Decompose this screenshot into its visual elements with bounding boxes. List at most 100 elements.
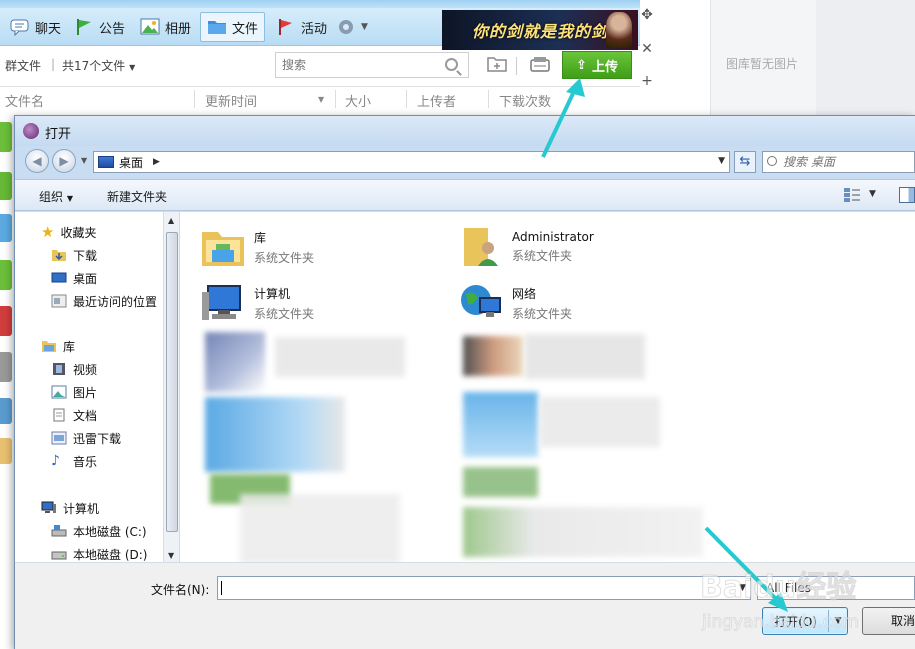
folder-icon [208,21,226,34]
plus-icon[interactable]: + [640,74,654,88]
nav-drive-d[interactable]: 本地磁盘 (D:) [51,544,147,564]
nav-thunder-downloads[interactable]: 迅雷下载 [51,428,121,448]
upload-label: 上传 [591,59,618,75]
row-edge [0,172,12,200]
file-type-select[interactable]: All Files [757,576,915,600]
nav-recent-places[interactable]: 最近访问的位置 [51,291,157,311]
column-divider [194,90,195,108]
tab-notice[interactable]: 公告 [68,12,131,42]
file-item-libraries[interactable]: 库 系统文件夹 [200,222,314,272]
nav-videos[interactable]: 视频 [51,359,97,379]
nav-documents[interactable]: 文档 [51,405,97,425]
new-folder-button[interactable]: 新建文件夹 [107,188,167,205]
file-item-computer[interactable]: 计算机 系统文件夹 [200,278,314,328]
nav-drive-c[interactable]: 本地磁盘 (C:) [51,521,147,541]
file-search-input[interactable] [276,53,436,77]
column-divider [406,90,407,108]
move-icon[interactable]: ✥ [640,8,654,22]
address-location[interactable]: 桌面 [119,154,143,171]
scroll-up-icon[interactable]: ▲ [168,216,174,225]
file-item-network[interactable]: 网络 系统文件夹 [458,278,572,328]
column-size[interactable]: 大小 [345,91,371,110]
blurred-file-item [463,336,523,376]
row-edge [0,438,12,464]
row-edge [0,398,12,424]
file-count-dropdown[interactable]: 共17个文件 ▼ [62,57,135,74]
recent-locations-dropdown[interactable]: ▼ [81,156,87,165]
organize-menu[interactable]: 组织 ▼ [39,188,73,205]
nav-downloads-label: 下载 [73,248,98,263]
column-divider [335,90,336,108]
navigation-pane: ★ 收藏夹 下载 桌面 最近访问的位置 库 视频 图片 文档 迅雷下载 ♪ 音乐… [15,212,163,562]
search-icon[interactable] [445,58,458,71]
gallery-empty-message: 图库暂无图片 [726,57,799,71]
chevron-down-icon: ▼ [129,63,136,72]
nav-computer[interactable]: 计算机 [41,498,99,518]
tab-activity[interactable]: 活动 [270,12,333,42]
preview-pane-icon[interactable] [899,187,915,203]
nav-music-label: 音乐 [73,454,98,469]
address-dropdown-icon[interactable]: ▼ [718,156,725,166]
chat-bubble-icon [10,19,29,36]
file-content-area: 库 系统文件夹 Administrator 系统文件夹 计算机 系统文件夹 网络… [180,212,915,562]
file-list-header: 文件名 更新时间 ▼ 大小 上传者 下载次数 [0,88,640,112]
nav-music[interactable]: ♪ 音乐 [51,451,97,471]
column-uploader[interactable]: 上传者 [417,91,456,110]
library-folder-icon [202,232,244,266]
inbox-tray-icon[interactable] [529,55,551,73]
filename-input[interactable] [218,577,718,599]
scrollbar-thumb[interactable] [166,232,178,532]
nav-pictures[interactable]: 图片 [51,382,97,402]
blurred-file-item [463,507,703,557]
new-folder-icon[interactable] [487,55,507,73]
refresh-button[interactable]: ⇆ [734,151,756,173]
file-toolbar: 群文件 | 共17个文件 ▼ ⇪ 上传 [0,47,640,87]
file-item-type: 系统文件夹 [254,250,315,265]
nav-drive-d-label: 本地磁盘 (D:) [73,547,148,562]
nav-downloads[interactable]: 下载 [51,245,97,265]
nav-libraries[interactable]: 库 [41,336,75,356]
forward-button[interactable]: ▶ [52,149,76,173]
cancel-button[interactable]: 取消 [862,607,915,635]
file-type-value: All Files [766,581,812,595]
column-updated[interactable]: 更新时间 [205,91,257,110]
filename-dropdown-icon[interactable]: ▼ [739,583,746,593]
row-edge [0,260,12,290]
gear-icon [339,20,353,34]
sort-down-icon: ▼ [318,95,325,104]
scroll-down-icon[interactable]: ▼ [168,551,174,560]
file-item-administrator[interactable]: Administrator 系统文件夹 [458,222,594,272]
nav-pane-scrollbar[interactable]: ▲ ▼ [163,212,179,562]
download-folder-icon [52,250,66,261]
open-options-dropdown-icon[interactable]: ▼ [829,616,847,626]
back-button[interactable]: ◀ [25,149,49,173]
nav-favorites[interactable]: ★ 收藏夹 [41,222,96,242]
file-item-name: 库 [254,230,267,245]
game-ad-banner[interactable]: 你的剑就是我的剑 [442,10,638,50]
upload-button[interactable]: ⇪ 上传 [562,51,632,79]
tab-chat[interactable]: 聊天 [4,12,67,42]
view-dropdown-icon[interactable]: ▼ [869,189,876,199]
film-icon [53,363,65,375]
file-item-type: 系统文件夹 [512,249,573,263]
dialog-search-input[interactable] [763,152,903,172]
blurred-file-item [540,397,660,447]
address-bar[interactable]: 桌面 ▶ ▼ [93,151,730,173]
open-button[interactable]: 打开(O) ▼ [762,607,848,635]
dialog-title-bar[interactable]: 打开 [15,116,915,146]
banner-text: 你的剑就是我的剑 [471,22,608,41]
nav-desktop[interactable]: 桌面 [51,268,97,288]
close-icon[interactable]: ✕ [640,42,654,56]
filename-combobox: ▼ [217,576,751,600]
filename-label: 文件名(N): [151,583,210,597]
tab-files[interactable]: 文件 [200,12,266,42]
view-options-icon[interactable] [843,187,861,203]
column-filename[interactable]: 文件名 [5,91,44,110]
dialog-footer: 文件名(N): ▼ All Files 打开(O) ▼ 取消 [15,562,915,649]
organize-label: 组织 [39,190,64,204]
row-edge [0,306,12,336]
column-downloads[interactable]: 下载次数 [499,91,551,110]
tab-more[interactable]: ▼ [330,12,374,42]
breadcrumb-arrow-icon[interactable]: ▶ [153,157,160,167]
tab-album[interactable]: 相册 [134,12,197,42]
